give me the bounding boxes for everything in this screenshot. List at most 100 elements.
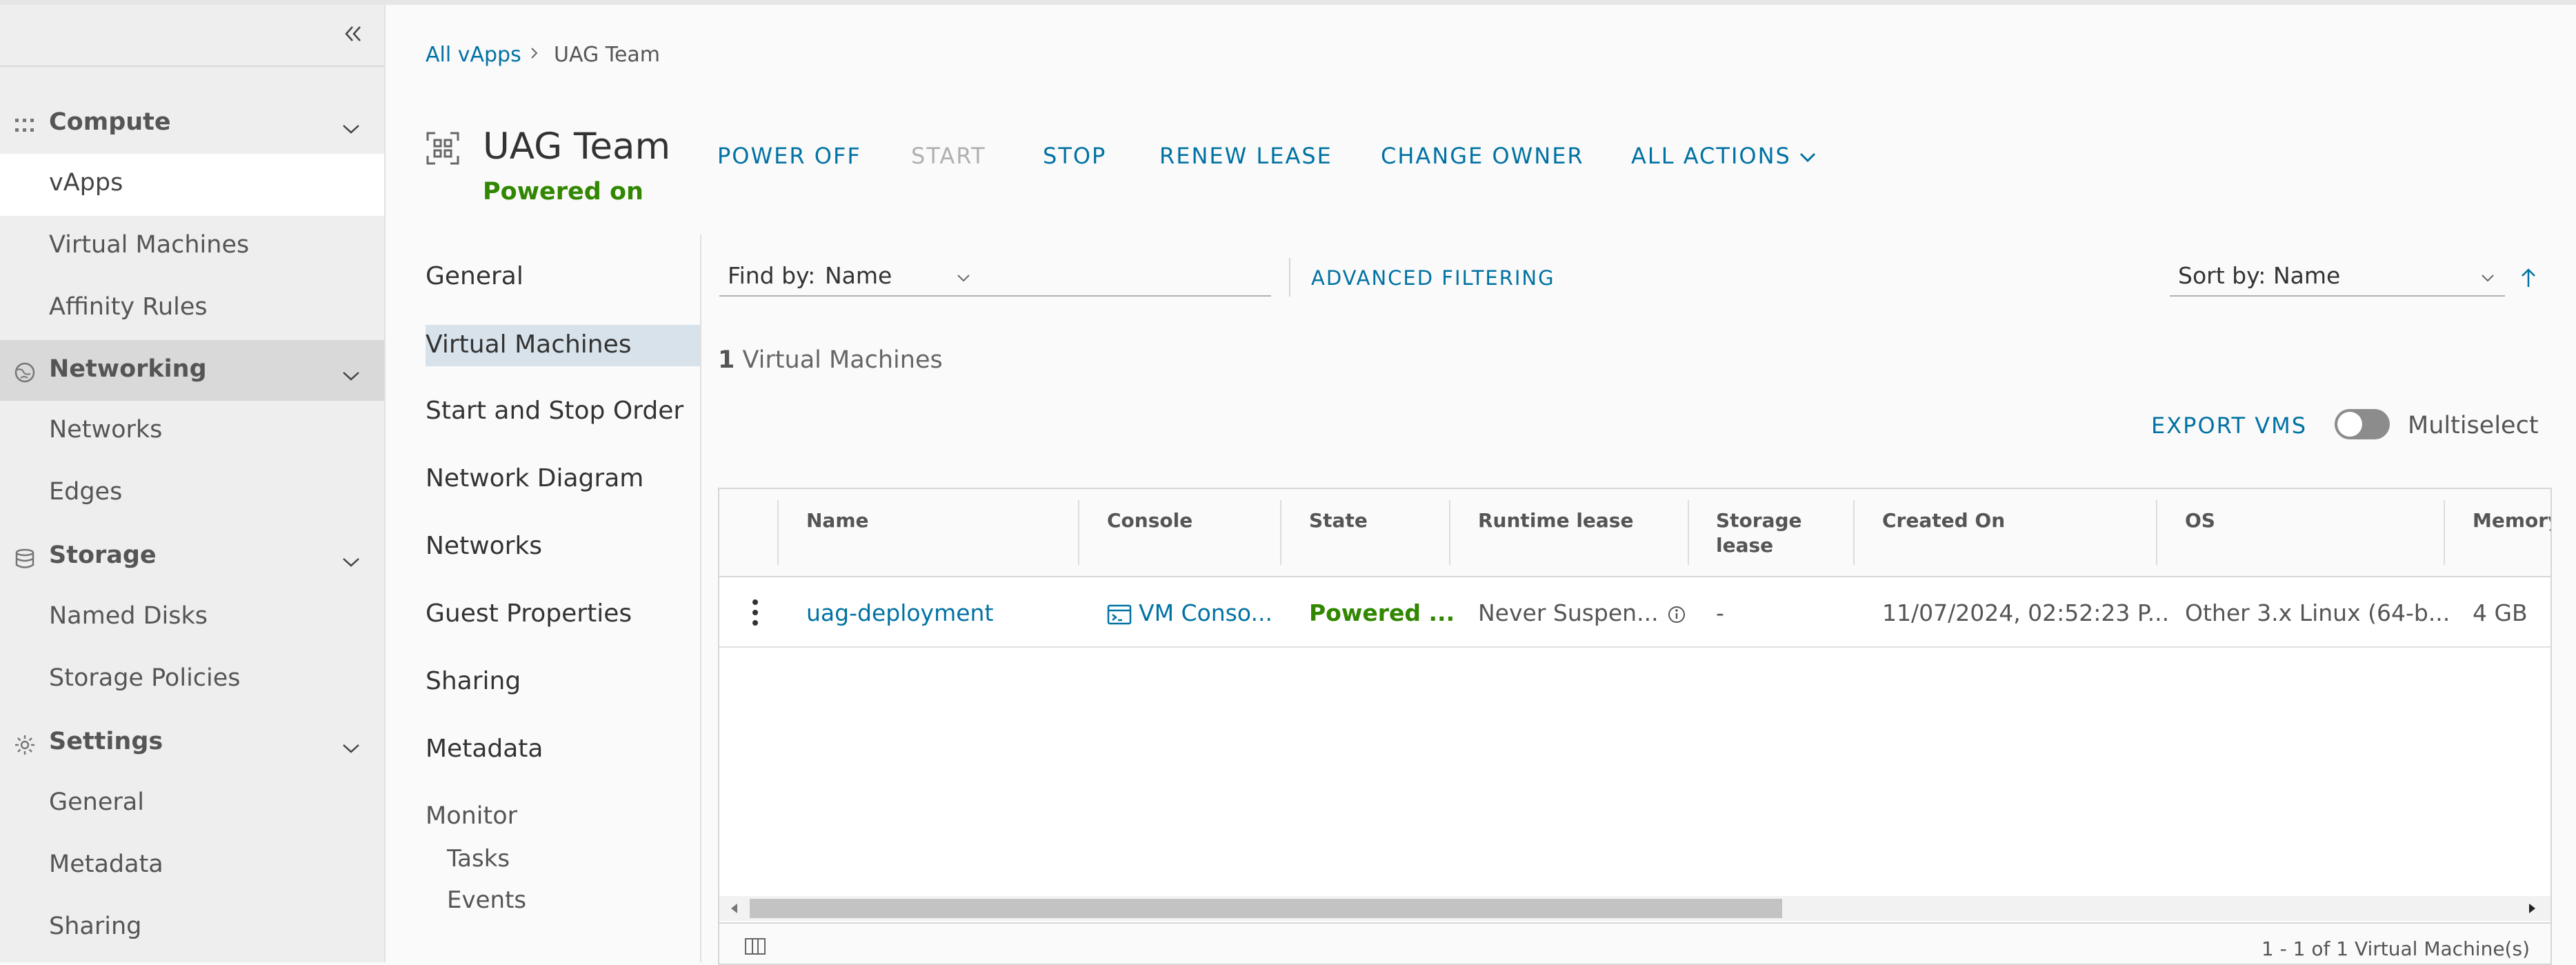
start-button[interactable]: START xyxy=(911,143,986,169)
subnav-sharing[interactable]: Sharing xyxy=(426,667,521,695)
chevron-down-icon xyxy=(1799,152,1815,163)
sidebar-section-label: Storage xyxy=(49,541,157,569)
find-by-label: Find by: xyxy=(728,262,816,289)
sidebar-item-edges[interactable]: Edges xyxy=(0,463,384,525)
sidebar-item-vapps[interactable]: vApps xyxy=(0,154,384,216)
export-vms-button[interactable]: EXPORT VMS xyxy=(2151,412,2307,439)
breadcrumb-current: UAG Team xyxy=(554,43,661,67)
column-header-created-on[interactable]: Created On xyxy=(1882,508,2005,533)
find-by-select[interactable]: Find by: Name xyxy=(719,252,1271,297)
network-icon xyxy=(14,362,35,383)
column-separator xyxy=(1078,500,1079,565)
multiselect-label: Multiselect xyxy=(2408,412,2539,439)
info-icon[interactable] xyxy=(1667,605,1686,624)
chevron-down-icon xyxy=(343,558,359,567)
subnav-networks[interactable]: Networks xyxy=(426,532,542,560)
horizontal-scrollbar[interactable] xyxy=(719,896,2550,921)
vm-console-link[interactable]: VM Conso... xyxy=(1107,599,1272,626)
scroll-left-icon[interactable] xyxy=(729,902,739,915)
all-actions-dropdown[interactable]: ALL ACTIONS xyxy=(1631,143,1817,169)
table-row: uag-deployment VM Conso... Powered ... N… xyxy=(719,577,2550,648)
vm-count: 1 Virtual Machines xyxy=(718,346,943,374)
column-separator xyxy=(1280,500,1281,565)
subnav-guest-properties[interactable]: Guest Properties xyxy=(426,599,632,628)
subnav-metadata[interactable]: Metadata xyxy=(426,735,543,763)
column-header-os[interactable]: OS xyxy=(2185,508,2215,533)
column-separator xyxy=(1853,500,1855,565)
vm-name-link[interactable]: uag-deployment xyxy=(806,599,993,626)
subnav-start-stop-order[interactable]: Start and Stop Order xyxy=(426,397,683,425)
filter-divider xyxy=(1289,258,1290,297)
subnav-general[interactable]: General xyxy=(426,262,523,290)
column-separator xyxy=(777,500,779,565)
sidebar-item-affinity-rules[interactable]: Affinity Rules xyxy=(0,278,384,340)
column-separator xyxy=(1449,500,1450,565)
column-header-storage-lease[interactable]: Storage lease xyxy=(1716,508,1819,558)
vapp-icon xyxy=(426,132,459,165)
advanced-filtering-button[interactable]: ADVANCED FILTERING xyxy=(1311,266,1555,290)
column-separator xyxy=(2444,500,2445,565)
subnav-events[interactable]: Events xyxy=(447,886,526,914)
all-actions-label: ALL ACTIONS xyxy=(1631,143,1791,169)
column-header-memory[interactable]: Memory xyxy=(2473,508,2550,533)
vm-memory: 4 GB xyxy=(2473,599,2528,626)
vm-storage-lease: - xyxy=(1716,599,1724,626)
sidebar-item-storage-policies[interactable]: Storage Policies xyxy=(0,649,384,711)
column-header-state[interactable]: State xyxy=(1309,508,1368,533)
chevron-down-icon xyxy=(2482,275,2494,282)
power-off-button[interactable]: POWER OFF xyxy=(717,143,861,169)
change-owner-button[interactable]: CHANGE OWNER xyxy=(1381,143,1584,169)
subnav-monitor-group: Monitor xyxy=(426,802,518,830)
row-actions-icon[interactable] xyxy=(751,598,759,627)
renew-lease-button[interactable]: RENEW LEASE xyxy=(1159,143,1332,169)
vm-datagrid: Name Console State Runtime lease Storage… xyxy=(718,488,2552,965)
sort-by-label: Sort by: xyxy=(2178,262,2266,289)
chevron-down-icon xyxy=(343,744,359,753)
console-icon xyxy=(1107,604,1132,624)
subnav-divider xyxy=(700,235,701,962)
stop-button[interactable]: STOP xyxy=(1043,143,1106,169)
scroll-right-icon[interactable] xyxy=(2528,902,2537,915)
grid-icon xyxy=(15,119,34,132)
vm-runtime-lease: Never Suspen... xyxy=(1478,599,1686,626)
find-by-value: Name xyxy=(825,262,892,289)
sidebar-item-networks[interactable]: Networks xyxy=(0,401,384,463)
datagrid-footer: 1 - 1 of 1 Virtual Machine(s) xyxy=(719,922,2550,964)
column-header-runtime-lease[interactable]: Runtime lease xyxy=(1478,508,1633,533)
subnav-tasks[interactable]: Tasks xyxy=(447,845,510,873)
sidebar-item-virtual-machines[interactable]: Virtual Machines xyxy=(0,216,384,278)
subnav-virtual-machines[interactable]: Virtual Machines xyxy=(426,325,700,366)
database-icon xyxy=(15,548,34,568)
gear-icon xyxy=(15,735,34,755)
sidebar-item-metadata[interactable]: Metadata xyxy=(0,835,384,897)
sidebar-section-label: Compute xyxy=(49,108,171,136)
datagrid-header: Name Console State Runtime lease Storage… xyxy=(719,489,2550,577)
column-toggle-icon[interactable] xyxy=(744,937,766,955)
vm-created-on: 11/07/2024, 02:52:23 P... xyxy=(1882,599,2170,626)
sidebar-item-general[interactable]: General xyxy=(0,773,384,835)
sort-by-select[interactable]: Sort by: Name xyxy=(2170,252,2505,297)
collapse-sidebar-button[interactable] xyxy=(0,5,384,67)
vm-runtime-lease-text: Never Suspen... xyxy=(1478,599,1659,626)
multiselect-toggle[interactable] xyxy=(2335,409,2390,439)
scrollbar-thumb[interactable] xyxy=(750,899,1782,918)
breadcrumb-all-vapps[interactable]: All vApps xyxy=(426,43,521,67)
subnav-network-diagram[interactable]: Network Diagram xyxy=(426,464,643,493)
chevron-down-icon xyxy=(957,275,970,282)
sidebar: Compute vApps Virtual Machines Affinity … xyxy=(0,5,386,962)
sidebar-item-sharing[interactable]: Sharing xyxy=(0,897,384,959)
power-status: Powered on xyxy=(483,178,643,206)
sidebar-section-compute[interactable]: Compute xyxy=(0,93,384,154)
top-border xyxy=(0,0,2576,5)
sidebar-section-settings[interactable]: Settings xyxy=(0,713,384,773)
toggle-knob xyxy=(2337,412,2362,437)
column-header-console[interactable]: Console xyxy=(1107,508,1192,533)
vm-console-label: VM Conso... xyxy=(1139,599,1272,626)
sidebar-section-networking[interactable]: Networking xyxy=(0,340,384,401)
sort-ascending-icon[interactable] xyxy=(2519,266,2537,290)
chevron-down-icon xyxy=(343,372,359,381)
sidebar-section-label: Networking xyxy=(49,355,207,383)
column-header-name[interactable]: Name xyxy=(806,508,869,533)
sidebar-section-storage[interactable]: Storage xyxy=(0,526,384,587)
sidebar-item-named-disks[interactable]: Named Disks xyxy=(0,587,384,649)
